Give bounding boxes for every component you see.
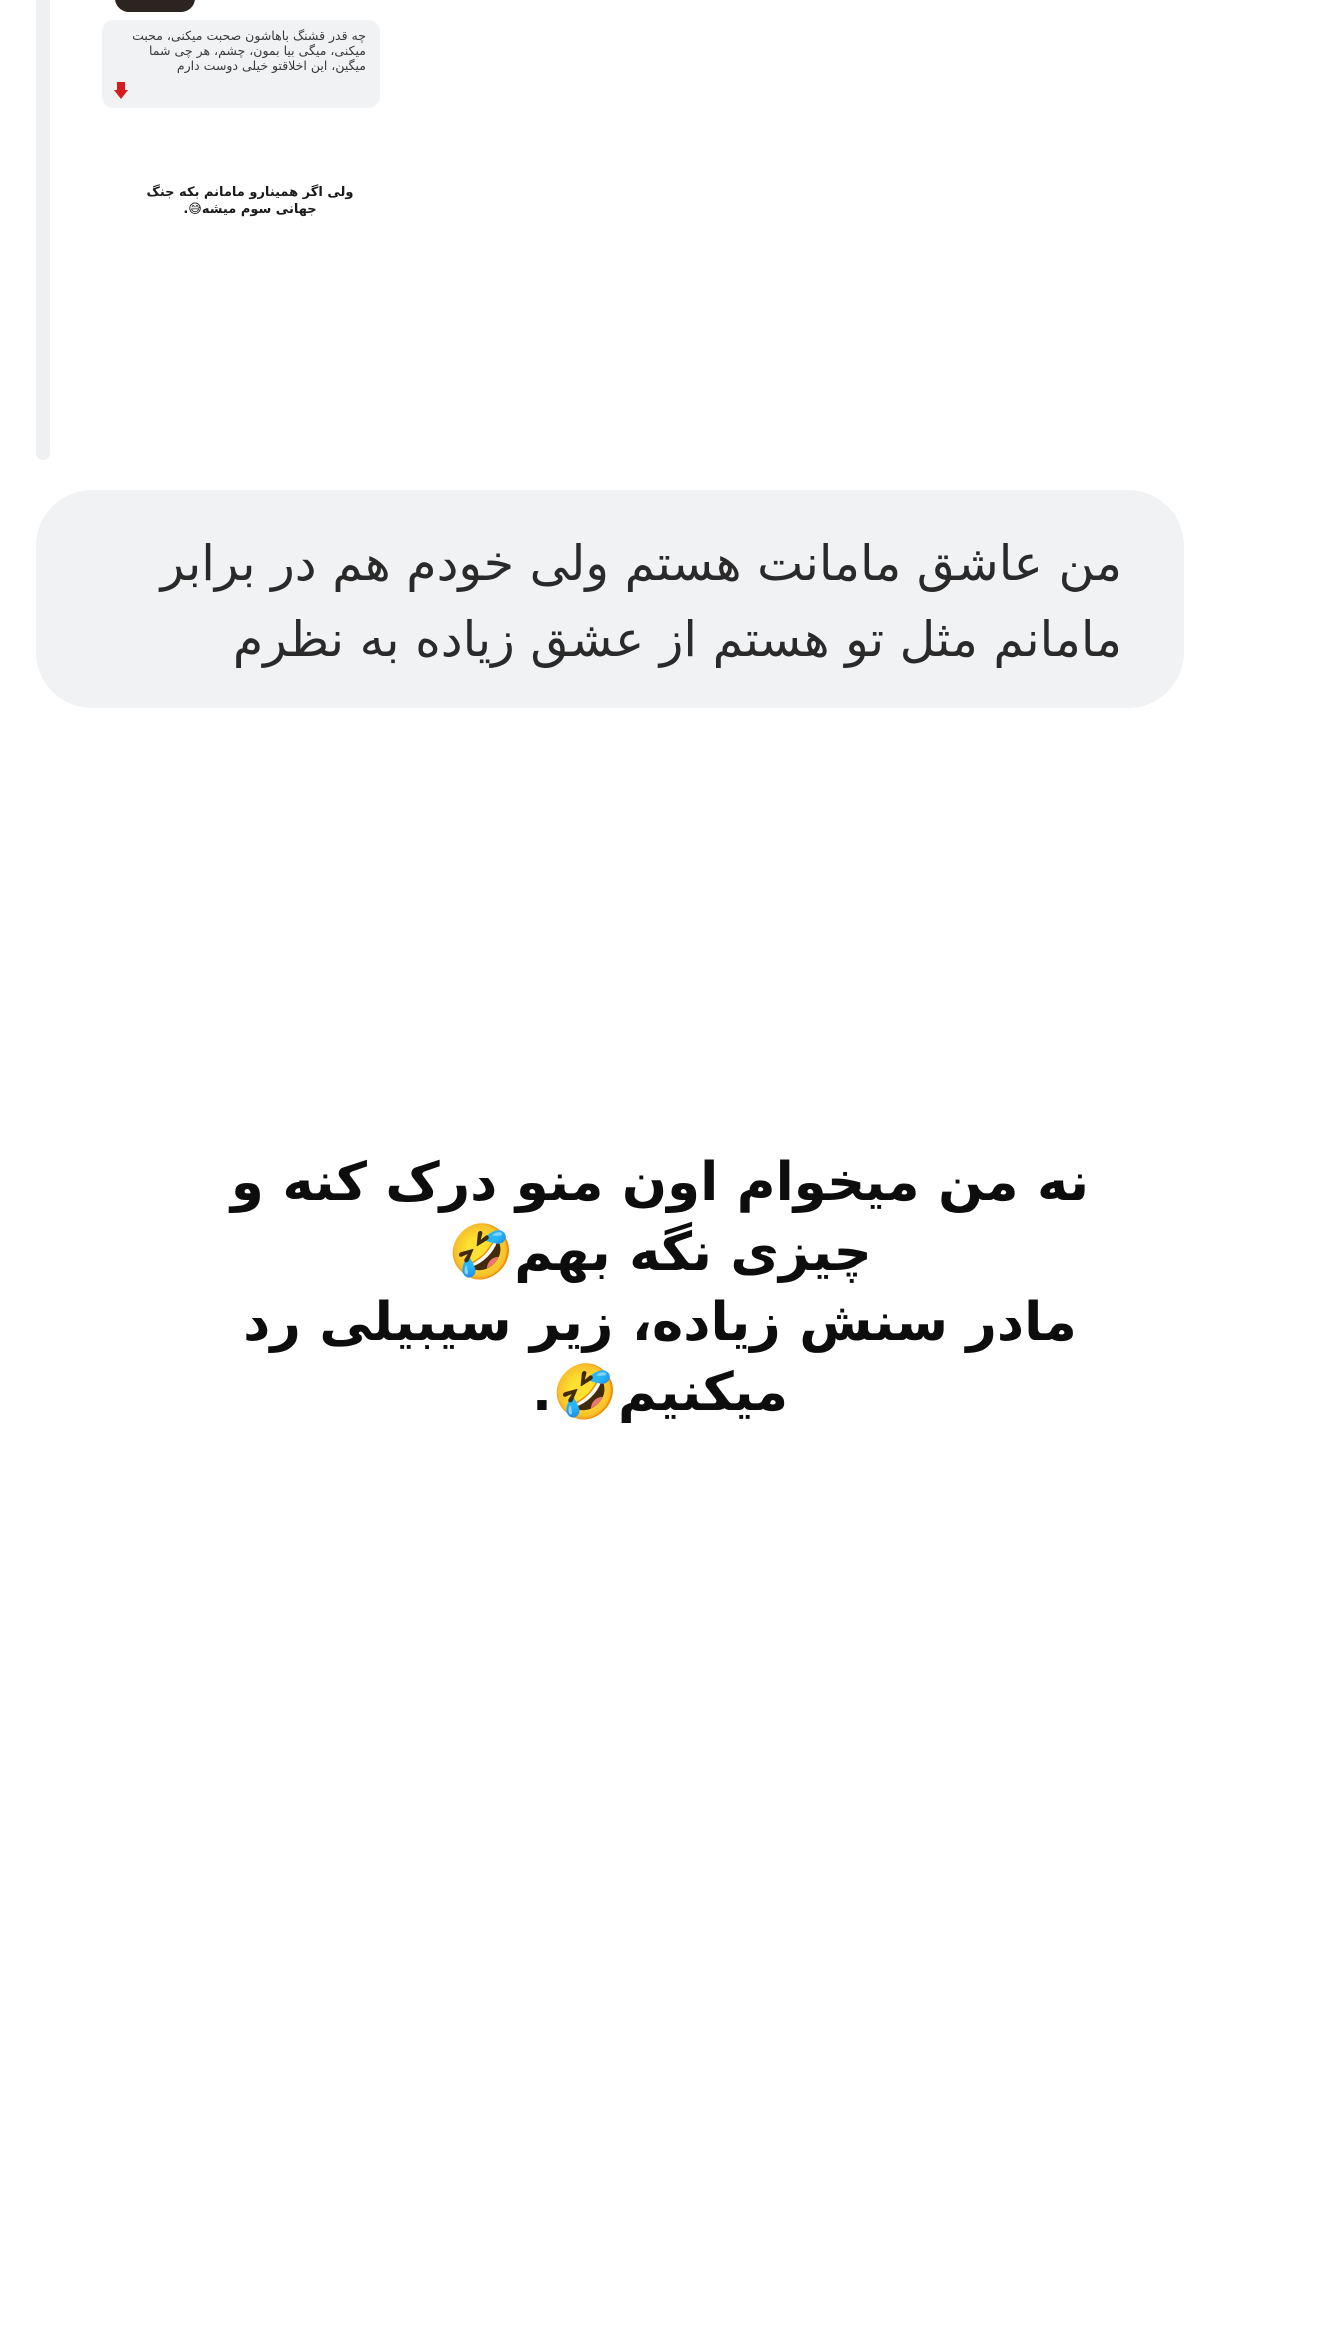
quoted-comment-text: چه قدر قشنگ باهاشون صحبت میکنی، محبت میک… — [132, 28, 366, 73]
red-down-arrow-icon — [114, 82, 128, 100]
story-caption: نه من میخوام اون منو درک کنه و چیزی نگه … — [230, 1152, 1090, 1423]
message-text: من عاشق مامانت هستم ولی خودم هم در برابر… — [160, 535, 1122, 668]
quoted-comment-bubble[interactable]: چه قدر قشنگ باهاشون صحبت میکنی، محبت میک… — [102, 20, 380, 108]
message-bubble[interactable]: من عاشق مامانت هستم ولی خودم هم در برابر… — [36, 490, 1184, 708]
quoted-story-caption: ولی اگر همینارو مامانم بکه جنگ جهانی سوم… — [146, 185, 354, 217]
reply-thread-line — [36, 0, 50, 460]
avatar[interactable] — [115, 0, 195, 12]
